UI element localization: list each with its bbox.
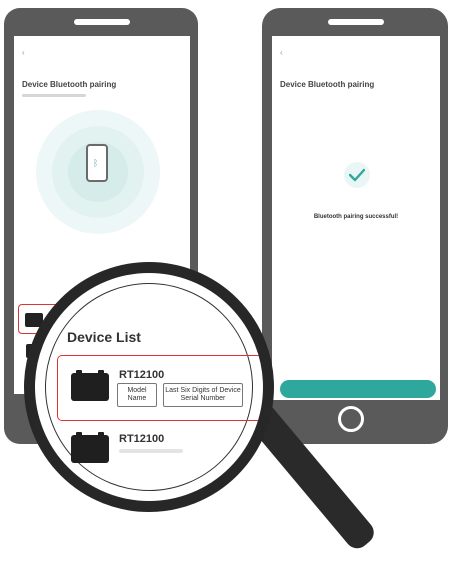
speaker-slot (74, 19, 130, 25)
right-phone: ‹ Device Bluetooth pairing Bluetooth pai… (262, 8, 448, 444)
blurred-subtitle (22, 94, 86, 97)
chevron-left-icon[interactable]: ‹ (280, 48, 283, 57)
magnifier-lens: Device List RT12100 Model Name Last Six … (24, 262, 274, 512)
model-name-label: Model Name (117, 383, 157, 407)
page-heading: Device Bluetooth pairing (22, 80, 117, 89)
serial-number-label: Last Six Digits of Device Serial Number (163, 383, 243, 407)
phone-bluetooth-icon: ᛒ (86, 144, 108, 182)
blurred-serial (119, 449, 183, 453)
device-model: RT12100 (119, 369, 165, 381)
home-button[interactable] (338, 406, 364, 432)
success-message: Bluetooth pairing successful! (313, 214, 399, 220)
device-list-title: Device List (67, 329, 141, 345)
finish-button[interactable] (280, 380, 436, 398)
page-heading: Device Bluetooth pairing (280, 80, 375, 89)
battery-icon (71, 432, 109, 463)
device-model-2: RT12100 (119, 433, 165, 445)
right-screen: ‹ Device Bluetooth pairing Bluetooth pai… (272, 36, 440, 400)
battery-icon (71, 370, 109, 401)
chevron-left-icon[interactable]: ‹ (22, 48, 25, 57)
speaker-slot (328, 19, 384, 25)
checkmark-icon (344, 162, 370, 188)
